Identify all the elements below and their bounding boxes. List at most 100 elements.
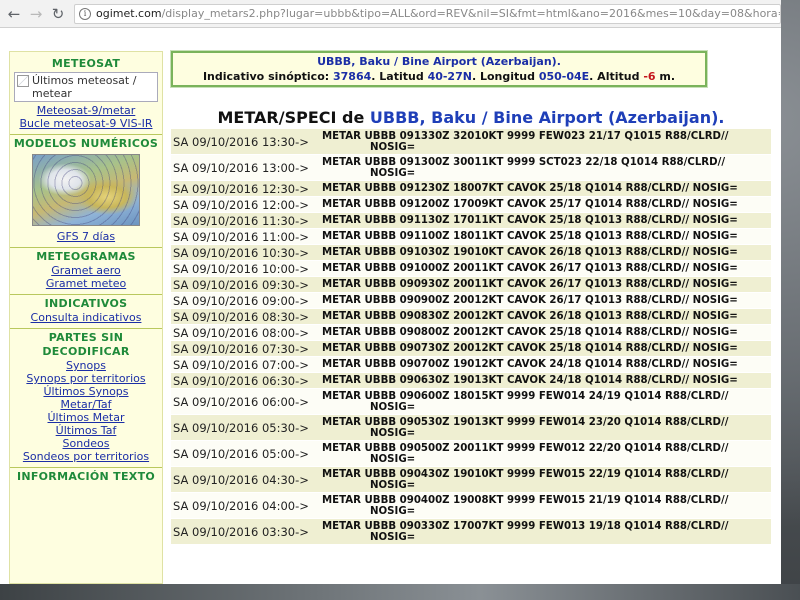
ultimos-synops-link[interactable]: Últimos Synops bbox=[12, 385, 160, 398]
table-row: SA 09/10/2016 07:30-> METAR UBBB 090730Z … bbox=[171, 341, 771, 357]
row-metar-text: METAR UBBB 090930Z 20011KT CAVOK 26/17 Q… bbox=[322, 279, 738, 290]
row-metar: METAR UBBB 090730Z 20012KT CAVOK 25/18 Q… bbox=[322, 343, 771, 354]
sidebar-section-modelos: MODELOS NUMÉRICOS GFS 7 días bbox=[10, 134, 162, 247]
row-date: SA 09/10/2016 07:00-> bbox=[173, 357, 309, 372]
row-metar-continuation: NOSIG= bbox=[370, 167, 416, 179]
gramet-meteo-link[interactable]: Gramet meteo bbox=[12, 277, 160, 290]
row-metar-continuation: NOSIG= bbox=[370, 141, 416, 153]
row-date: SA 09/10/2016 13:00-> bbox=[173, 160, 309, 175]
row-metar: METAR UBBB 090330Z 17007KT 9999 FEW013 1… bbox=[322, 521, 771, 543]
row-date: SA 09/10/2016 03:30-> bbox=[173, 524, 309, 539]
table-row: SA 09/10/2016 04:00-> METAR UBBB 090400Z … bbox=[171, 493, 771, 519]
row-metar-continuation: NOSIG= bbox=[370, 479, 416, 491]
lon-label: . Longitud bbox=[471, 70, 535, 83]
station-info-box: UBBB, Baku / Bine Airport (Azerbaijan). … bbox=[170, 50, 708, 88]
table-row: SA 09/10/2016 11:30-> METAR UBBB 091130Z … bbox=[171, 213, 771, 229]
meteosat-image[interactable]: Últimos meteosat / metear bbox=[14, 72, 158, 102]
row-metar-continuation: NOSIG= bbox=[370, 453, 416, 465]
table-row: SA 09/10/2016 04:30-> METAR UBBB 090430Z … bbox=[171, 467, 771, 493]
row-date: SA 09/10/2016 08:30-> bbox=[173, 309, 309, 324]
row-date: SA 09/10/2016 11:00-> bbox=[173, 229, 309, 244]
sondeos-link[interactable]: Sondeos bbox=[12, 437, 160, 450]
weather-map-thumbnail[interactable] bbox=[32, 154, 140, 226]
table-row: SA 09/10/2016 07:00-> METAR UBBB 090700Z … bbox=[171, 357, 771, 373]
table-row: SA 09/10/2016 13:30-> METAR UBBB 091330Z … bbox=[171, 129, 771, 155]
lat-value: 40-27N bbox=[427, 70, 472, 83]
table-row: SA 09/10/2016 06:00-> METAR UBBB 090600Z … bbox=[171, 389, 771, 415]
row-date: SA 09/10/2016 05:00-> bbox=[173, 446, 309, 461]
alt-unit: m. bbox=[659, 70, 676, 83]
table-row: SA 09/10/2016 12:30-> METAR UBBB 091230Z … bbox=[171, 181, 771, 197]
meteosat-link[interactable]: Meteosat-9/metar bbox=[12, 104, 160, 117]
sondeos-territorios-link[interactable]: Sondeos por territorios bbox=[12, 450, 160, 463]
row-metar: METAR UBBB 090500Z 20011KT 9999 FEW012 2… bbox=[322, 443, 771, 465]
row-date: SA 09/10/2016 13:30-> bbox=[173, 134, 309, 149]
row-metar: METAR UBBB 090900Z 20012KT CAVOK 26/17 Q… bbox=[322, 295, 771, 306]
sidebar-title-indicativos: INDICATIVOS bbox=[44, 297, 128, 310]
row-metar: METAR UBBB 091300Z 30011KT 9999 SCT023 2… bbox=[322, 157, 771, 179]
row-metar-continuation: NOSIG= bbox=[370, 401, 416, 413]
alt-label: . Altitud bbox=[589, 70, 640, 83]
station-details: Indicativo sinóptico: 37864. Latitud 40-… bbox=[173, 69, 705, 84]
browser-toolbar: ← → ↻ i ogimet.com/display_metars2.php?l… bbox=[0, 0, 781, 28]
metar-taf-link[interactable]: Metar/Taf bbox=[12, 398, 160, 411]
row-metar-text: METAR UBBB 090500Z 20011KT 9999 FEW012 2… bbox=[322, 442, 729, 454]
row-metar: METAR UBBB 090630Z 19013KT CAVOK 24/18 Q… bbox=[322, 375, 771, 386]
forward-arrow-icon[interactable]: → bbox=[26, 4, 46, 24]
ultimos-metar-link[interactable]: Últimos Metar bbox=[12, 411, 160, 424]
table-row: SA 09/10/2016 12:00-> METAR UBBB 091200Z … bbox=[171, 197, 771, 213]
table-row: SA 09/10/2016 08:30-> METAR UBBB 090830Z … bbox=[171, 309, 771, 325]
browser-window: ← → ↻ i ogimet.com/display_metars2.php?l… bbox=[0, 0, 781, 584]
table-row: SA 09/10/2016 09:30-> METAR UBBB 090930Z … bbox=[171, 277, 771, 293]
row-metar-text: METAR UBBB 090830Z 20012KT CAVOK 26/18 Q… bbox=[322, 311, 738, 322]
row-date: SA 09/10/2016 05:30-> bbox=[173, 420, 309, 435]
row-metar: METAR UBBB 091330Z 32010KT 9999 FEW023 2… bbox=[322, 131, 771, 153]
sidebar-title-modelos: MODELOS NUMÉRICOS bbox=[13, 137, 159, 150]
synops-territorios-link[interactable]: Synops por territorios bbox=[12, 372, 160, 385]
consulta-indicativos-link[interactable]: Consulta indicativos bbox=[12, 311, 160, 324]
row-metar-text: METAR UBBB 090900Z 20012KT CAVOK 26/17 Q… bbox=[322, 295, 738, 306]
row-date: SA 09/10/2016 04:00-> bbox=[173, 498, 309, 513]
synop-label: Indicativo sinóptico: bbox=[202, 70, 330, 83]
meteosat-image-alt: Últimos meteosat / metear bbox=[32, 74, 137, 100]
gramet-aero-link[interactable]: Gramet aero bbox=[12, 264, 160, 277]
url-host: ogimet.com bbox=[96, 7, 162, 20]
row-metar: METAR UBBB 091030Z 19010KT CAVOK 26/18 Q… bbox=[322, 247, 771, 258]
row-date: SA 09/10/2016 07:30-> bbox=[173, 341, 309, 356]
broken-image-icon bbox=[17, 75, 29, 87]
ultimos-taf-link[interactable]: Últimos Taf bbox=[12, 424, 160, 437]
synops-link[interactable]: Synops bbox=[12, 359, 160, 372]
bucle-meteosat-link[interactable]: Bucle meteosat-9 VIS-IR bbox=[12, 117, 160, 130]
row-metar: METAR UBBB 090600Z 18015KT 9999 FEW014 2… bbox=[322, 391, 771, 413]
alt-value: -6 bbox=[643, 70, 656, 83]
sidebar-section-meteosat: METEOSAT Últimos meteosat / metear Meteo… bbox=[10, 52, 162, 134]
reload-icon[interactable]: ↻ bbox=[48, 4, 68, 24]
row-metar: METAR UBBB 091100Z 18011KT CAVOK 25/18 Q… bbox=[322, 231, 771, 242]
table-row: SA 09/10/2016 11:00-> METAR UBBB 091100Z … bbox=[171, 229, 771, 245]
sidebar-title-partes: PARTES SIN DECODIFICAR bbox=[42, 331, 130, 358]
row-date: SA 09/10/2016 11:30-> bbox=[173, 213, 309, 228]
row-metar-text: METAR UBBB 091030Z 19010KT CAVOK 26/18 Q… bbox=[322, 247, 738, 258]
row-metar-text: METAR UBBB 091230Z 18007KT CAVOK 25/18 Q… bbox=[322, 183, 738, 194]
table-row: SA 09/10/2016 09:00-> METAR UBBB 090900Z … bbox=[171, 293, 771, 309]
sidebar: METEOSAT Últimos meteosat / metear Meteo… bbox=[9, 51, 163, 584]
sidebar-section-informacion: INFORMACIÓN TEXTO bbox=[10, 467, 162, 488]
info-icon[interactable]: i bbox=[79, 7, 91, 20]
table-row: SA 09/10/2016 06:30-> METAR UBBB 090630Z … bbox=[171, 373, 771, 389]
gfs-link[interactable]: GFS 7 días bbox=[12, 230, 160, 243]
row-metar-text: METAR UBBB 090630Z 19013KT CAVOK 24/18 Q… bbox=[322, 375, 738, 386]
table-row: SA 09/10/2016 10:30-> METAR UBBB 091030Z … bbox=[171, 245, 771, 261]
row-date: SA 09/10/2016 10:00-> bbox=[173, 261, 309, 276]
table-row: SA 09/10/2016 05:00-> METAR UBBB 090500Z … bbox=[171, 441, 771, 467]
row-date: SA 09/10/2016 04:30-> bbox=[173, 472, 309, 487]
address-bar[interactable]: i ogimet.com/display_metars2.php?lugar=u… bbox=[74, 3, 781, 24]
sidebar-section-meteogramas: METEOGRAMAS Gramet aero Gramet meteo bbox=[10, 247, 162, 294]
row-metar: METAR UBBB 090830Z 20012KT CAVOK 26/18 Q… bbox=[322, 311, 771, 322]
back-arrow-icon[interactable]: ← bbox=[4, 4, 24, 24]
row-metar-text: METAR UBBB 090330Z 17007KT 9999 FEW013 1… bbox=[322, 520, 729, 532]
table-row: SA 09/10/2016 13:00-> METAR UBBB 091300Z … bbox=[171, 155, 771, 181]
row-metar-text: METAR UBBB 091000Z 20011KT CAVOK 26/17 Q… bbox=[322, 263, 738, 274]
row-metar-text: METAR UBBB 091300Z 30011KT 9999 SCT023 2… bbox=[322, 156, 726, 168]
row-metar-text: METAR UBBB 091100Z 18011KT CAVOK 25/18 Q… bbox=[322, 231, 738, 242]
table-row: SA 09/10/2016 03:30-> METAR UBBB 090330Z … bbox=[171, 519, 771, 545]
